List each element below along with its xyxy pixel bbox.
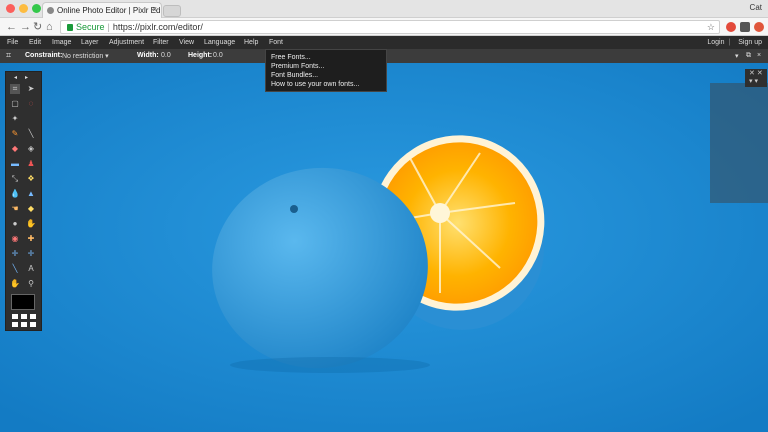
bookmark-star-icon[interactable]: ☆ (707, 21, 715, 33)
font-menu-dropdown: Free Fonts... Premium Fonts... Font Bund… (265, 49, 387, 92)
zoom-icon[interactable]: ⚲ (26, 279, 36, 289)
app-menubar: File Edit Image Layer Adjustment Filter … (0, 36, 768, 49)
height-input[interactable]: 0.0 (213, 52, 223, 59)
pinch-icon[interactable]: ✛ (26, 249, 36, 259)
type-icon[interactable]: A (26, 264, 36, 274)
height-label: Height: (188, 52, 213, 59)
sponge-icon[interactable]: ◆ (26, 204, 36, 214)
dropdown-icon[interactable]: ▾ (754, 78, 758, 85)
move-icon[interactable]: ➤ (26, 84, 36, 94)
marquee-icon[interactable]: ▢ (10, 99, 20, 109)
grid-icon[interactable] (12, 314, 38, 328)
maximize-window-button[interactable] (32, 4, 41, 13)
close-icon[interactable]: × (757, 52, 761, 59)
menu-layer[interactable]: Layer (81, 39, 99, 46)
bloat-icon[interactable]: ✛ (10, 249, 20, 259)
minimize-window-button[interactable] (19, 4, 28, 13)
reload-icon[interactable]: ↻ (33, 20, 42, 34)
menu-item-premium-fonts[interactable]: Premium Fonts... (271, 62, 381, 71)
toolbox-panel: ◂▸ ⌗ ➤ ▢ ◌ ✦ ✎ ╲ ◆ ◈ ▬ ♟ ⤡ ❖ 💧 ▲ ☚ ◆ ● ✋… (5, 71, 42, 331)
toolbox-collapse-icon[interactable]: ◂▸ (14, 74, 36, 81)
dodge-icon[interactable]: ● (10, 219, 20, 229)
dropdown-icon[interactable]: ▾ (749, 78, 753, 85)
menu-adjustment[interactable]: Adjustment (109, 39, 144, 46)
lasso-icon[interactable]: ◌ (26, 99, 36, 109)
close-window-button[interactable] (6, 4, 15, 13)
menu-item-own-fonts[interactable]: How to use your own fonts... (271, 80, 381, 89)
secure-label: Secure (76, 22, 105, 32)
clone-icon[interactable]: ♟ (26, 159, 36, 169)
sharpen-icon[interactable]: ▲ (26, 189, 36, 199)
wand-icon[interactable]: ✦ (10, 114, 20, 124)
profile-name[interactable]: Cat (750, 3, 762, 12)
url-text: https://pixlr.com/editor/ (112, 22, 203, 32)
extension-icon[interactable] (740, 22, 750, 32)
width-label: Width: (137, 52, 159, 59)
extension-icon[interactable] (754, 22, 764, 32)
home-icon[interactable]: ⌂ (46, 20, 53, 34)
new-tab-button[interactable] (163, 5, 181, 17)
signup-link[interactable]: Sign up (738, 39, 762, 46)
lock-icon (67, 24, 73, 31)
address-bar[interactable]: Secure | https://pixlr.com/editor/ ☆ (60, 20, 720, 34)
close-icon[interactable]: ✕ (757, 70, 763, 77)
smudge-icon[interactable]: ☚ (10, 204, 20, 214)
menu-help[interactable]: Help (244, 39, 258, 46)
crop-icon[interactable]: ⌗ (10, 84, 20, 94)
gradient-icon[interactable]: ▬ (10, 159, 20, 169)
menu-view[interactable]: View (179, 39, 194, 46)
drawing-icon[interactable]: ❖ (26, 174, 36, 184)
spot-heal-icon[interactable]: ✚ (26, 234, 36, 244)
red-eye-icon[interactable]: ◉ (10, 234, 20, 244)
menu-edit[interactable]: Edit (29, 39, 41, 46)
menu-language[interactable]: Language (204, 39, 235, 46)
color-swatch[interactable] (11, 294, 35, 310)
bucket-icon[interactable]: ◈ (26, 144, 36, 154)
menu-font[interactable]: Font (269, 39, 283, 46)
constraint-select[interactable]: No restriction ▾ (62, 52, 109, 60)
browser-tab-strip: Online Photo Editor | Pixlr Edi × Cat (0, 0, 768, 18)
extension-icon[interactable] (726, 22, 736, 32)
tab-close-icon[interactable]: × (152, 5, 157, 14)
line-icon[interactable]: ╲ (10, 264, 20, 274)
pencil-icon[interactable]: ✎ (10, 129, 20, 139)
collapse-icon[interactable]: ▾ (735, 52, 739, 60)
width-input[interactable]: 0.0 (161, 52, 171, 59)
favicon-icon (47, 7, 54, 14)
brush-icon[interactable]: ╲ (26, 129, 36, 139)
blur-icon[interactable]: 💧 (10, 189, 20, 199)
login-link[interactable]: Login (707, 39, 724, 46)
browser-tab[interactable]: Online Photo Editor | Pixlr Edi × (42, 2, 162, 18)
photo-orange (0, 63, 768, 432)
hand-icon[interactable]: ✋ (10, 279, 20, 289)
tab-title: Online Photo Editor | Pixlr Edi (57, 6, 162, 15)
menu-item-free-fonts[interactable]: Free Fonts... (271, 53, 381, 62)
forward-icon[interactable]: → (20, 20, 31, 34)
burn-icon[interactable]: ✋ (26, 219, 36, 229)
color-replace-icon[interactable]: ⤡ (10, 174, 20, 184)
menu-item-font-bundles[interactable]: Font Bundles... (271, 71, 381, 80)
image-canvas[interactable] (0, 63, 768, 432)
crop-icon: ⌗ (6, 50, 12, 60)
restore-icon[interactable]: ⧉ (746, 52, 751, 60)
constraint-label: Constraint: (25, 52, 63, 59)
menu-image[interactable]: Image (52, 39, 71, 46)
close-icon[interactable]: ✕ (749, 70, 755, 77)
address-toolbar: ← → ↻ ⌂ Secure | https://pixlr.com/editor/… (0, 18, 768, 36)
navigator-panel-header: ✕ ✕ ▾ ▾ (745, 69, 767, 87)
menu-file[interactable]: File (7, 39, 18, 46)
back-icon[interactable]: ← (6, 20, 17, 34)
eraser-icon[interactable]: ◆ (10, 144, 20, 154)
menu-filter[interactable]: Filter (153, 39, 169, 46)
